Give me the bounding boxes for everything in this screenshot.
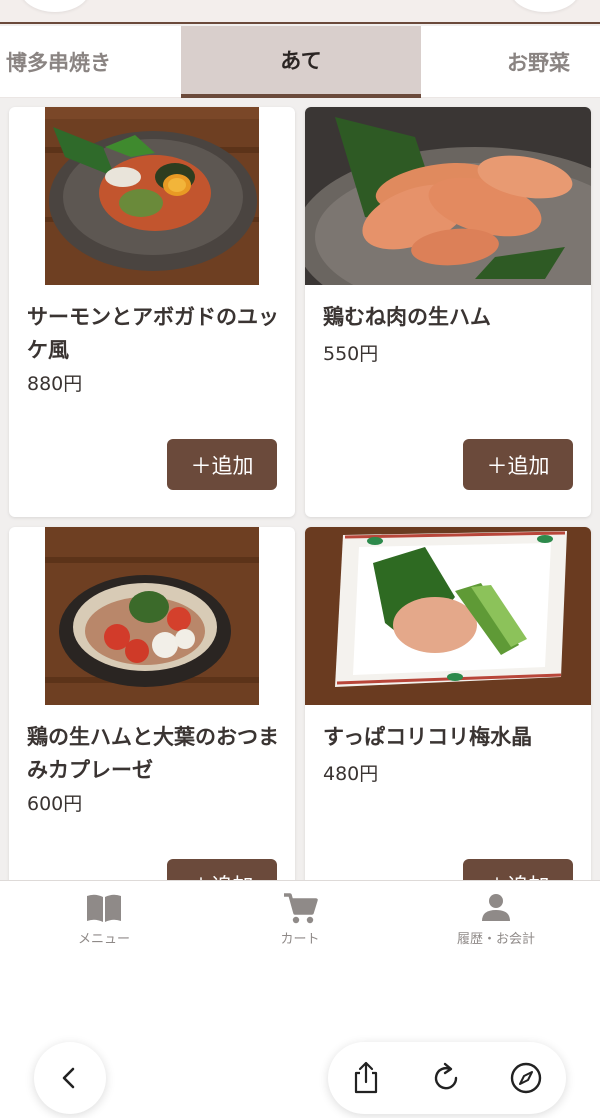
bottom-tab-bar: メニュー カート 履歴・お会計 [0, 880, 600, 962]
top-header-strip [0, 0, 600, 24]
add-to-cart-button[interactable]: ＋追加 [463, 859, 573, 880]
tab-vegetables[interactable]: お野菜 [507, 26, 570, 98]
share-icon[interactable] [348, 1060, 384, 1096]
dish-price: 600円 [27, 793, 83, 815]
menu-card[interactable]: すっぱコリコリ梅水晶 480円 ＋追加 [305, 527, 591, 880]
dish-price: 480円 [323, 763, 379, 785]
dish-photo [45, 527, 259, 705]
dish-name: 鶏むね肉の生ハム [323, 305, 491, 329]
compass-icon[interactable] [508, 1060, 544, 1096]
menu-card[interactable]: 鶏の生ハムと大葉のおつまみカプレーゼ 600円 ＋追加 [9, 527, 295, 880]
add-to-cart-button[interactable]: ＋追加 [167, 439, 277, 490]
dish-photo [305, 107, 591, 285]
menu-card[interactable]: 鶏むね肉の生ハム 550円 ＋追加 [305, 107, 591, 517]
nav-cart[interactable]: カート [220, 881, 380, 963]
dish-name: すっぱコリコリ梅水晶 [323, 725, 533, 749]
dish-price: 880円 [27, 373, 83, 395]
book-icon [87, 894, 121, 922]
browser-toolbar [328, 1042, 566, 1114]
nav-menu[interactable]: メニュー [24, 881, 184, 963]
tab-hakata-kushiyaki[interactable]: 博多串焼き [6, 26, 111, 98]
add-to-cart-button[interactable]: ＋追加 [463, 439, 573, 490]
cart-icon [284, 893, 318, 924]
app-screen: 博多串焼き あて お野菜 サーモンとアボガドのユッケ風 880円 ＋追加 鶏むね… [0, 0, 600, 1118]
dish-name: サーモンとアボガドのユッケ風 [27, 305, 279, 362]
nav-cart-label: カート [280, 932, 320, 947]
nav-history-label: 履歴・お会計 [456, 932, 535, 947]
tab-ate[interactable]: あて [181, 26, 421, 98]
dish-price: 550円 [323, 343, 379, 365]
browser-back-button[interactable] [34, 1042, 106, 1114]
header-left-button[interactable] [20, 0, 90, 12]
person-icon [482, 894, 510, 921]
dish-photo [305, 527, 591, 705]
menu-card[interactable]: サーモンとアボガドのユッケ風 880円 ＋追加 [9, 107, 295, 517]
add-to-cart-button[interactable]: ＋追加 [167, 859, 277, 880]
chevron-left-icon [62, 1067, 75, 1089]
category-tabs: 博多串焼き あて お野菜 [0, 26, 600, 98]
nav-menu-label: メニュー [77, 932, 130, 947]
menu-grid: サーモンとアボガドのユッケ風 880円 ＋追加 鶏むね肉の生ハム 550円 ＋追… [0, 99, 600, 880]
nav-history-checkout[interactable]: 履歴・お会計 [416, 881, 576, 963]
reload-icon[interactable] [428, 1060, 464, 1096]
dish-photo [45, 107, 259, 285]
dish-name: 鶏の生ハムと大葉のおつまみカプレーゼ [27, 725, 279, 782]
header-right-button[interactable] [510, 0, 580, 12]
